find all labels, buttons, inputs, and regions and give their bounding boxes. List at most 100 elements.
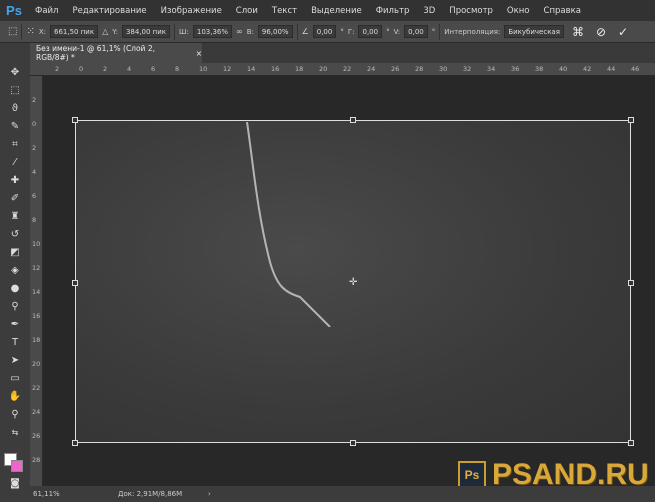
options-bar: ⬚ ⁙ X: 661,50 пик △ Y: 384,00 пик Ш: 103… (0, 21, 655, 43)
menu-type[interactable]: Текст (265, 6, 304, 16)
menu-edit[interactable]: Редактирование (65, 6, 153, 16)
ruler-tick-label: 32 (463, 65, 472, 73)
path-select-icon[interactable]: ➤ (0, 351, 30, 369)
transform-tool-icon[interactable]: ⬚ (8, 26, 17, 37)
degree-unit: ° (386, 27, 390, 36)
hskew-label: Г: (347, 27, 355, 36)
ruler-tick-label: 28 (415, 65, 424, 73)
brush-tool-icon[interactable]: ✐ (0, 189, 30, 207)
degree-unit: ° (340, 27, 344, 36)
healing-brush-icon[interactable]: ✚ (0, 171, 30, 189)
menu-layers[interactable]: Слои (229, 6, 265, 16)
transform-center-icon[interactable]: ✛ (349, 277, 357, 288)
crop-tool-icon[interactable]: ⌗ (0, 135, 30, 153)
cancel-transform-icon[interactable]: ⊘ (592, 25, 610, 39)
transform-handle-b[interactable] (350, 440, 356, 446)
ruler-tick-label: 24 (32, 408, 41, 416)
hskew-input[interactable]: 0,00 (358, 25, 383, 38)
ruler-tick-label: 2 (103, 65, 108, 73)
swap-colors-icon[interactable]: ⇆ (0, 423, 30, 441)
ruler-tick-label: 16 (32, 312, 41, 320)
ruler-tick-label: 6 (151, 65, 156, 73)
transform-handle-tl[interactable] (72, 117, 78, 123)
angle-input[interactable]: 0,00 (312, 25, 337, 38)
ruler-tick-label: 6 (32, 192, 37, 200)
ruler-tick-label: 26 (32, 432, 41, 440)
clone-stamp-icon[interactable]: ♜ (0, 207, 30, 225)
link-icon[interactable]: ∞ (236, 27, 243, 36)
document-size: Док: 2,91M/8,86M (118, 490, 183, 498)
ruler-tick-label: 18 (295, 65, 304, 73)
type-tool-icon[interactable]: T (0, 333, 30, 351)
ruler-tick-label: 0 (79, 65, 84, 73)
ruler-tick-label: 14 (247, 65, 256, 73)
transform-handle-r[interactable] (628, 280, 634, 286)
ruler-tick-label: 2 (32, 144, 37, 152)
dodge-tool-icon[interactable]: ⚲ (0, 297, 30, 315)
delta-icon[interactable]: △ (102, 27, 108, 36)
scratch-mark (246, 122, 331, 327)
y-input[interactable]: 384,00 пик (121, 25, 171, 38)
y-label: Y: (112, 27, 118, 36)
ruler-tick-label: 40 (559, 65, 568, 73)
rectangle-tool-icon[interactable]: ▭ (0, 369, 30, 387)
divider (174, 23, 176, 40)
vskew-input[interactable]: 0,00 (404, 25, 428, 38)
zoom-tool-icon[interactable]: ⚲ (0, 405, 30, 423)
ruler-tick-label: 26 (391, 65, 400, 73)
transform-handle-tr[interactable] (628, 117, 634, 123)
ruler-tick-label: 24 (367, 65, 376, 73)
height-input[interactable]: 96,00% (257, 25, 293, 38)
lasso-tool-icon[interactable]: ϑ (0, 99, 30, 117)
menu-window[interactable]: Окно (500, 6, 537, 16)
menu-select[interactable]: Выделение (304, 6, 369, 16)
ruler-tick-label: 0 (32, 120, 37, 128)
menu-bar: Ps Файл Редактирование Изображение Слои … (0, 0, 655, 21)
pen-tool-icon[interactable]: ✒ (0, 315, 30, 333)
background-color-swatch[interactable] (11, 460, 23, 472)
photoshop-logo: Ps (6, 3, 22, 18)
interpolation-select[interactable]: Бикубическая (504, 25, 564, 38)
eraser-tool-icon[interactable]: ◩ (0, 243, 30, 261)
ruler-tick-label: 20 (319, 65, 328, 73)
ruler-tick-label: 20 (32, 360, 41, 368)
ruler-tick-label: 36 (511, 65, 520, 73)
ruler-tick-label: 8 (175, 65, 180, 73)
menu-help[interactable]: Справка (537, 6, 588, 16)
ruler-tick-label: 22 (343, 65, 352, 73)
transform-handle-l[interactable] (72, 280, 78, 286)
width-input[interactable]: 103,36% (192, 25, 233, 38)
document-tab-bar: Без имени-1 @ 61,1% (Слой 2, RGB/8#) * × (30, 43, 655, 63)
menu-filter[interactable]: Фильтр (369, 6, 417, 16)
ruler-tick-label: 42 (583, 65, 592, 73)
ruler-tick-label: 16 (271, 65, 280, 73)
commit-transform-icon[interactable]: ✓ (614, 25, 632, 39)
history-brush-icon[interactable]: ↺ (0, 225, 30, 243)
blur-tool-icon[interactable]: ● (0, 279, 30, 297)
move-tool-icon[interactable]: ✥ (0, 63, 30, 81)
x-input[interactable]: 661,50 пик (50, 25, 99, 38)
menu-view[interactable]: Просмотр (442, 6, 500, 16)
horizontal-ruler[interactable]: 2 0 2 4 6 8 10 12 14 16 18 20 22 24 26 28 30 32 34 36 38 40 42… (30, 63, 655, 76)
divider (21, 23, 23, 40)
warp-icon[interactable]: ⌘ (568, 25, 588, 39)
menu-3d[interactable]: 3D (416, 6, 442, 16)
angle-icon: ∠ (301, 27, 309, 36)
hand-tool-icon[interactable]: ✋ (0, 387, 30, 405)
transform-handle-t[interactable] (350, 117, 356, 123)
document-tab[interactable]: Без имени-1 @ 61,1% (Слой 2, RGB/8#) * × (30, 43, 202, 63)
transform-handle-br[interactable] (628, 440, 634, 446)
quick-mask-icon[interactable]: ◙ (0, 474, 30, 492)
zoom-level[interactable]: 61,11% (30, 490, 88, 498)
marquee-tool-icon[interactable]: ⬚ (0, 81, 30, 99)
menu-file[interactable]: Файл (28, 6, 65, 16)
vertical-ruler[interactable]: 2 0 2 4 6 8 10 12 14 16 18 20 22 24 26 28 (30, 76, 43, 486)
paint-bucket-icon[interactable]: ◈ (0, 261, 30, 279)
eyedropper-tool-icon[interactable]: ⁄ (0, 153, 30, 171)
status-menu-arrow[interactable]: › (208, 490, 211, 498)
transform-handle-bl[interactable] (72, 440, 78, 446)
menu-image[interactable]: Изображение (154, 6, 229, 16)
close-tab-icon[interactable]: × (196, 49, 202, 58)
reference-point-icon[interactable]: ⁙ (26, 26, 34, 37)
quick-select-tool-icon[interactable]: ✎ (0, 117, 30, 135)
